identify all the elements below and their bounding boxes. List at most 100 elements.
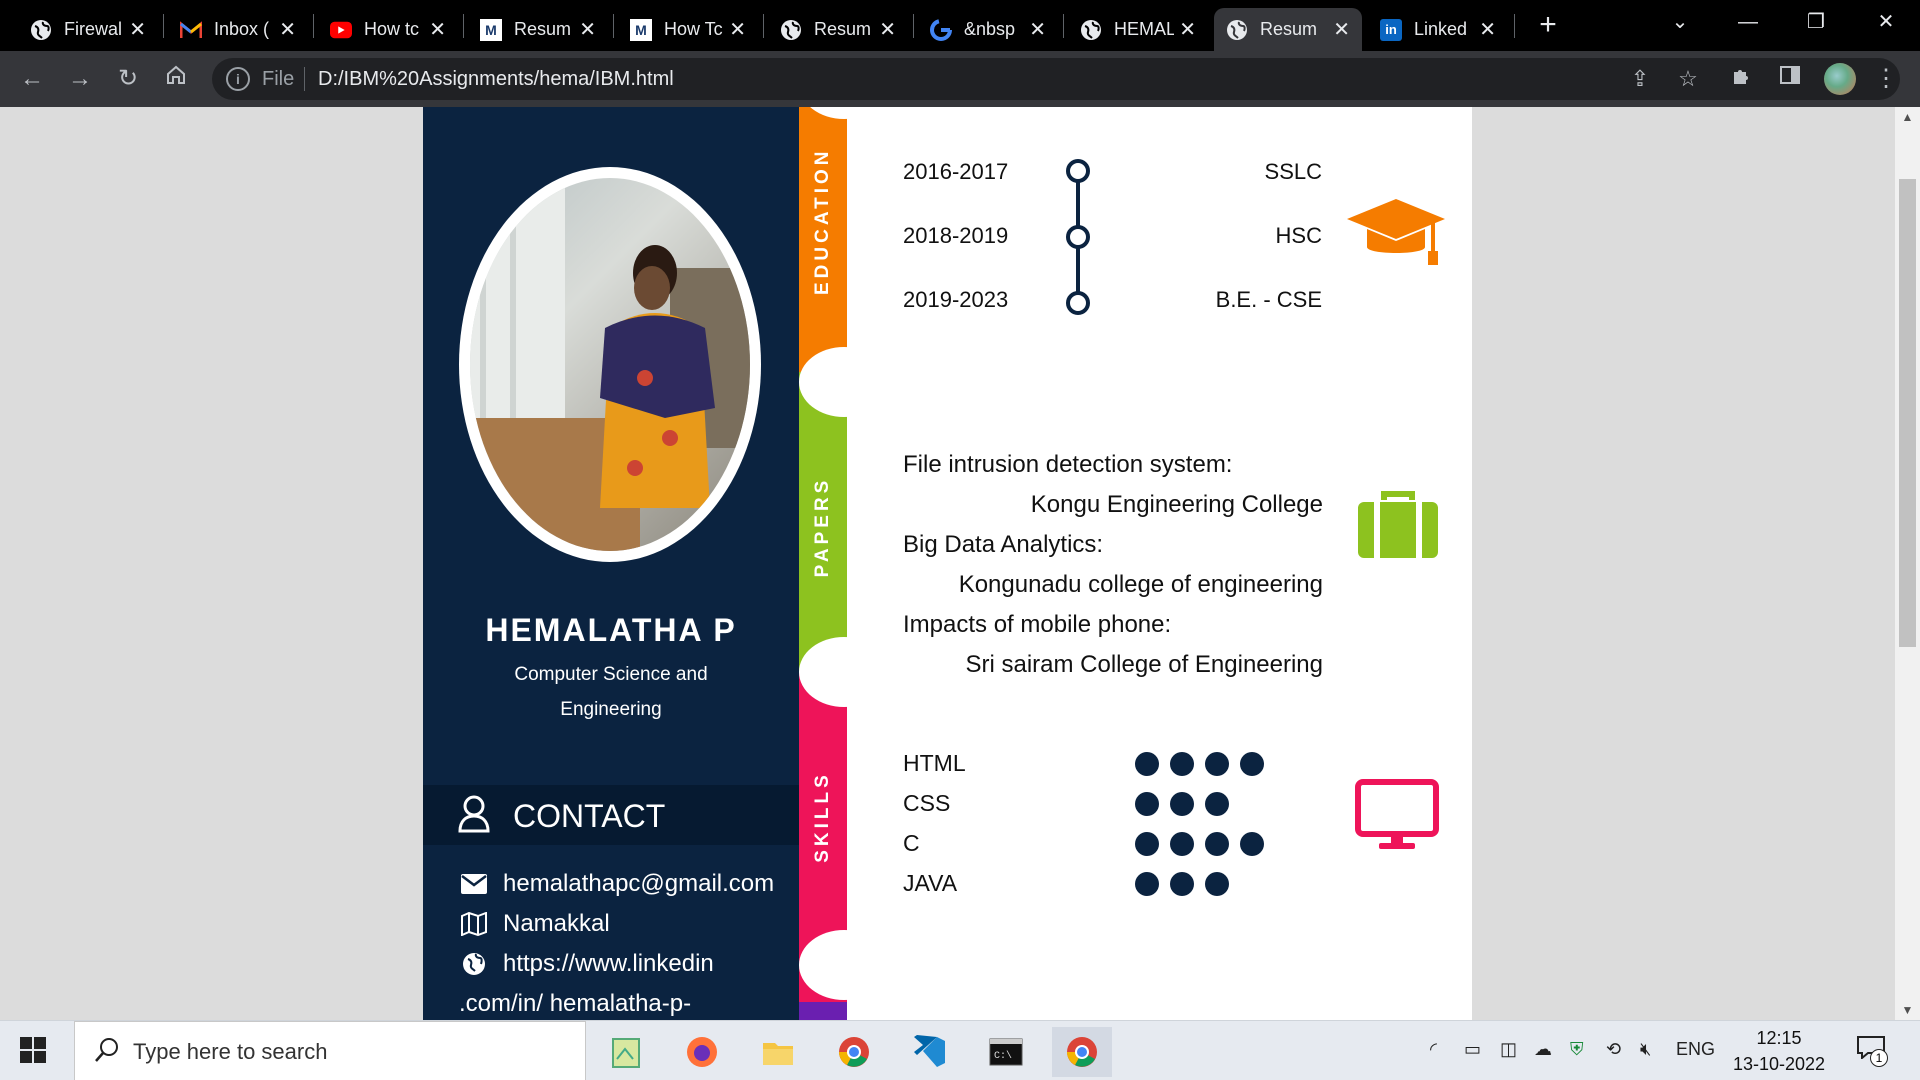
education-degree: HSC (1275, 223, 1322, 248)
tab-9[interactable]: in Linked ✕ (1368, 8, 1508, 51)
taskbar-app-vscode[interactable] (900, 1027, 960, 1077)
education-year: 2019-2023 (903, 287, 1009, 312)
extra-ribbon (799, 1002, 847, 1020)
search-icon (93, 1036, 121, 1069)
skill-level-dots (1135, 872, 1229, 896)
security-shield-icon[interactable]: ⛨ (1570, 1039, 1584, 1060)
notification-center-button[interactable]: 1 (1856, 1035, 1888, 1067)
paper-title: Big Data Analytics: (903, 531, 1104, 558)
close-tab-icon[interactable]: ✕ (429, 17, 446, 42)
firefox-icon (687, 1037, 717, 1067)
resume-sidebar: HEMALATHA P Computer Science and Enginee… (423, 107, 799, 1020)
taskbar-app-chrome-active[interactable] (1052, 1027, 1112, 1077)
tab-separator (613, 14, 614, 38)
tab-3[interactable]: M Resum ✕ (468, 8, 608, 51)
tab-7[interactable]: HEMAL ✕ (1068, 8, 1208, 51)
skill-dot (1240, 832, 1264, 856)
notification-badge: 1 (1870, 1049, 1888, 1067)
skill-dot (1170, 792, 1194, 816)
close-tab-icon[interactable]: ✕ (279, 17, 296, 42)
taskbar-app-firefox[interactable] (672, 1027, 732, 1077)
taskbar-search-box[interactable]: Type here to search (74, 1021, 586, 1080)
speaker-muted-icon[interactable]: 🔇︎ (1640, 1039, 1651, 1060)
close-tab-icon[interactable]: ✕ (579, 17, 596, 42)
skill-dot (1205, 872, 1229, 896)
side-panel-button[interactable] (1772, 61, 1808, 97)
close-tab-icon[interactable]: ✕ (1333, 17, 1350, 42)
chrome-icon (839, 1037, 869, 1067)
section-label-education: EDUCATION (812, 147, 833, 295)
profile-avatar[interactable] (1824, 63, 1856, 95)
map-icon (459, 912, 489, 936)
envelope-icon (459, 874, 489, 894)
tab-2[interactable]: How tc ✕ (318, 8, 458, 51)
new-tab-button[interactable]: + (1530, 8, 1566, 44)
battery-icon[interactable]: ▭ (1464, 1039, 1481, 1060)
contact-location: Namakkal (459, 910, 610, 938)
share-icon[interactable]: ⇪ (1624, 63, 1656, 95)
address-bar[interactable]: i File D:/IBM%20Assignments/hema/IBM.htm… (212, 58, 1900, 100)
page-scrollbar[interactable]: ▲ ▼ (1895, 107, 1920, 1020)
tab-search-chevron-icon[interactable]: ⌄ (1650, 0, 1710, 44)
tab-title: Resum (814, 19, 872, 39)
site-info-icon[interactable]: i (226, 67, 250, 91)
meet-icon[interactable]: ◫ (1500, 1039, 1517, 1060)
close-tab-icon[interactable]: ✕ (129, 17, 146, 42)
windows-start-button[interactable] (20, 1037, 46, 1068)
onedrive-cloud-icon[interactable]: ☁ (1534, 1039, 1552, 1060)
contact-linkedin[interactable]: https://www.linkedin (459, 950, 714, 978)
close-tab-icon[interactable]: ✕ (729, 17, 746, 42)
minimize-button[interactable]: — (1718, 0, 1778, 44)
sync-icon[interactable]: ⟲ (1606, 1039, 1621, 1060)
taskbar-clock[interactable]: 12:15 13-10-2022 (1724, 1025, 1834, 1077)
close-tab-icon[interactable]: ✕ (879, 17, 896, 42)
bookmark-star-icon[interactable]: ☆ (1672, 63, 1704, 95)
tab-title: How tc (364, 19, 420, 39)
language-indicator[interactable]: ENG (1676, 1039, 1715, 1060)
taskbar-app-file-explorer[interactable] (748, 1027, 808, 1077)
linkedin-url-line1: https://www.linkedin (503, 950, 714, 977)
reload-button[interactable]: ↻ (110, 61, 146, 97)
tab-0[interactable]: Firewal ✕ (18, 8, 158, 51)
tab-separator (313, 14, 314, 38)
wifi-icon[interactable]: ◜ (1430, 1039, 1437, 1060)
tab-4[interactable]: M How Tc ✕ (618, 8, 758, 51)
extensions-button[interactable] (1724, 61, 1760, 97)
scroll-down-arrow-icon[interactable]: ▼ (1895, 1000, 1920, 1020)
email-text: hemalathapc@gmail.com (503, 870, 775, 897)
ribbon-notch (799, 637, 889, 707)
scroll-thumb[interactable] (1899, 179, 1916, 647)
taskbar-app-terminal[interactable]: C:\ (976, 1027, 1036, 1077)
close-tab-icon[interactable]: ✕ (1179, 17, 1196, 42)
section-label-skills: SKILLS (812, 771, 833, 863)
graduation-cap-icon (1347, 199, 1445, 265)
youtube-icon (330, 19, 352, 41)
resume-page: HEMALATHA P Computer Science and Enginee… (423, 107, 1472, 1020)
close-window-button[interactable]: ✕ (1856, 0, 1916, 44)
forward-button[interactable]: → (62, 61, 98, 97)
scroll-up-arrow-icon[interactable]: ▲ (1895, 107, 1920, 127)
tab-active[interactable]: Resum ✕ (1214, 8, 1362, 51)
taskbar-app-chrome[interactable] (824, 1027, 884, 1077)
url-text[interactable]: D:/IBM%20Assignments/hema/IBM.html (318, 68, 674, 91)
skill-name: C (903, 830, 920, 856)
restore-button[interactable]: ❐ (1786, 0, 1846, 44)
briefcase-icon (1358, 491, 1438, 558)
close-tab-icon[interactable]: ✕ (1029, 17, 1046, 42)
skill-dot (1135, 832, 1159, 856)
contact-linkedin-cont[interactable]: .com/in/ hemalatha-p- (459, 990, 691, 1018)
menu-kebab-icon[interactable]: ⋮ (1868, 61, 1904, 97)
paper-venue: Kongunadu college of engineering (958, 571, 1323, 598)
back-button[interactable]: ← (14, 61, 50, 97)
tab-title: &nbsp (964, 19, 1016, 39)
taskbar-app-notepad[interactable] (596, 1027, 656, 1077)
tab-6[interactable]: &nbsp ✕ (918, 8, 1058, 51)
tab-5[interactable]: Resum ✕ (768, 8, 908, 51)
close-tab-icon[interactable]: ✕ (1479, 17, 1496, 42)
tab-1[interactable]: Inbox ( ✕ (168, 8, 308, 51)
skill-level-dots (1135, 832, 1264, 856)
home-button[interactable] (158, 61, 194, 97)
user-icon (457, 795, 491, 838)
contact-email[interactable]: hemalathapc@gmail.com (459, 870, 774, 898)
skill-dot (1135, 792, 1159, 816)
